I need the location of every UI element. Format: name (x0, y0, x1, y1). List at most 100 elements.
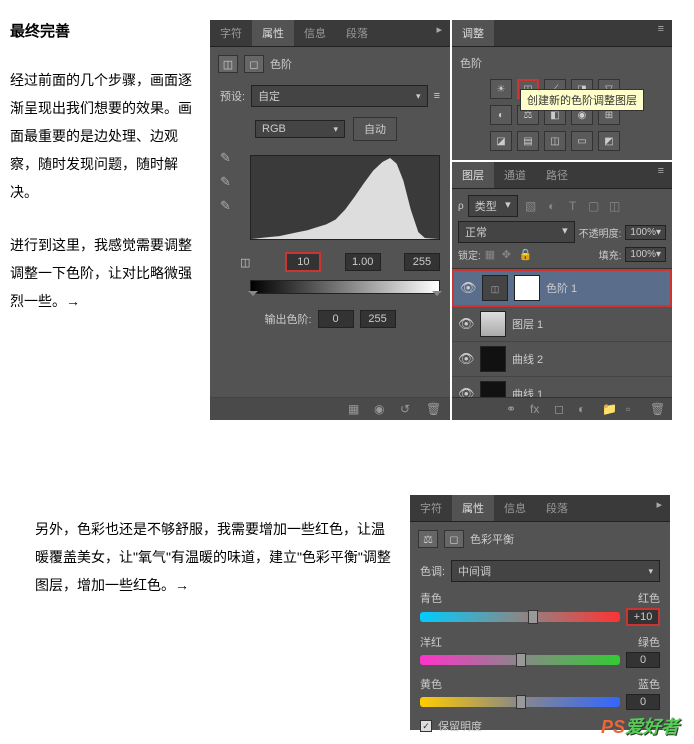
layer-name[interactable]: 色阶 1 (546, 280, 577, 296)
layer-name[interactable]: 图层 1 (512, 316, 543, 332)
layer-adjustment-thumb[interactable]: ◫ (482, 275, 508, 301)
mask-icon: ◻ (444, 530, 464, 548)
layers-panel: 图层 通道 路径 ≡ ρ 类型▾ ▧ ◐ T (452, 162, 672, 420)
preserve-luminosity-label: 保留明度 (438, 718, 482, 734)
new-layer-icon[interactable]: ▫ (626, 402, 642, 416)
output-black-input[interactable] (318, 310, 354, 328)
opacity-input[interactable]: 100%▾ (625, 225, 666, 240)
white-eyedropper-icon[interactable]: ✎ (220, 198, 238, 214)
hue-icon[interactable]: ◐ (490, 105, 512, 125)
selective-color-icon[interactable]: ◩ (598, 131, 620, 151)
watermark: PS爱好者 (601, 713, 679, 739)
magenta-green-input[interactable] (626, 652, 660, 668)
filter-pixel-icon[interactable]: ▧ (522, 198, 540, 214)
fill-label: 填充: (599, 247, 622, 262)
fx-icon[interactable]: fx (530, 402, 546, 416)
levels-title: 色阶 (270, 56, 292, 72)
lock-label: 锁定: (458, 247, 481, 262)
auto-button[interactable]: 自动 (353, 117, 397, 141)
layer-item[interactable]: 👁 图层 1 (452, 307, 672, 342)
tab-info[interactable]: 信息 (494, 495, 536, 521)
tab-info[interactable]: 信息 (294, 20, 336, 46)
tab-properties[interactable]: 属性 (252, 20, 294, 46)
watermark-ps: PS (601, 717, 625, 737)
layer-item[interactable]: 👁 曲线 2 (452, 342, 672, 377)
cyan-red-input[interactable] (626, 608, 660, 626)
gradient-map-icon[interactable]: ▭ (571, 131, 593, 151)
reset-icon[interactable]: ↺ (400, 402, 416, 416)
trash-icon[interactable]: 🗑 (426, 402, 442, 416)
layer-thumb[interactable] (480, 346, 506, 372)
panel-collapse-icon[interactable]: ▸ (428, 20, 450, 46)
histogram[interactable] (250, 155, 440, 240)
link-icon[interactable]: ⚭ (506, 402, 522, 416)
threshold-icon[interactable]: ◫ (544, 131, 566, 151)
gray-eyedropper-icon[interactable]: ✎ (220, 174, 238, 190)
tab-paragraph[interactable]: 段落 (536, 495, 578, 521)
output-white-input[interactable] (360, 310, 396, 328)
layer-item[interactable]: 👁 ◫ 色阶 1 (452, 269, 672, 307)
fill-input[interactable]: 100%▾ (625, 247, 666, 262)
preset-dropdown[interactable]: 自定 ▾ (251, 85, 428, 107)
preset-menu-icon[interactable]: ≡ (434, 90, 440, 102)
black-eyedropper-icon[interactable]: ✎ (220, 150, 238, 166)
white-point-input[interactable] (404, 253, 440, 271)
tab-character[interactable]: 字符 (210, 20, 252, 46)
tone-label: 色调: (420, 563, 445, 579)
article-title: 最终完善 (10, 20, 195, 41)
histogram-small-icon: ◫ (240, 256, 258, 269)
lock-position-icon[interactable]: ✥ (502, 248, 516, 262)
trash-icon[interactable]: 🗑 (650, 402, 666, 416)
yellow-blue-input[interactable] (626, 694, 660, 710)
layer-name[interactable]: 曲线 2 (512, 351, 543, 367)
article-paragraph-3: 另外，色彩也还是不够舒服，我需要增加一些红色，让温暖覆盖美女，让"氧气"有温暖的… (10, 495, 410, 599)
tab-properties[interactable]: 属性 (452, 495, 494, 521)
tab-channels[interactable]: 通道 (494, 162, 536, 188)
red-label: 红色 (638, 590, 660, 606)
cyan-red-slider[interactable] (420, 612, 620, 622)
invert-icon[interactable]: ◪ (490, 131, 512, 151)
blend-mode-dropdown[interactable]: 正常▾ (458, 221, 575, 243)
layer-mask-thumb[interactable] (514, 275, 540, 301)
posterize-icon[interactable]: ▤ (517, 131, 539, 151)
tab-layers[interactable]: 图层 (452, 162, 494, 188)
tab-paths[interactable]: 路径 (536, 162, 578, 188)
adjustment-layer-icon[interactable]: ◐ (578, 402, 594, 416)
magenta-green-slider[interactable] (420, 655, 620, 665)
preset-value: 自定 (258, 88, 280, 104)
black-point-input[interactable] (285, 252, 321, 272)
tab-adjustments[interactable]: 调整 (452, 20, 494, 46)
filter-smart-icon[interactable]: ◫ (606, 198, 624, 214)
filter-text-icon[interactable]: T (564, 198, 582, 214)
filter-type-dropdown[interactable]: 类型▾ (468, 195, 518, 217)
tone-dropdown[interactable]: 中间调 ▾ (451, 560, 660, 582)
tab-paragraph[interactable]: 段落 (336, 20, 378, 46)
mask-icon[interactable]: ◻ (554, 402, 570, 416)
color-balance-icon: ⚖ (418, 530, 438, 548)
filter-adjust-icon[interactable]: ◐ (543, 198, 561, 214)
midpoint-input[interactable] (345, 253, 381, 271)
panel-collapse-icon[interactable]: ▸ (648, 495, 670, 521)
channel-dropdown[interactable]: RGB ▾ (255, 120, 345, 138)
tab-character[interactable]: 字符 (410, 495, 452, 521)
panel-menu-icon[interactable]: ≡ (650, 162, 672, 188)
group-icon[interactable]: 📁 (602, 402, 618, 416)
magenta-label: 洋红 (420, 634, 442, 650)
yellow-blue-slider[interactable] (420, 697, 620, 707)
preserve-luminosity-checkbox[interactable]: ✓ (420, 720, 432, 732)
tooltip: 创建新的色阶调整图层 (520, 89, 644, 111)
brightness-icon[interactable]: ☀ (490, 79, 512, 99)
lock-all-icon[interactable]: 🔒 (519, 248, 533, 262)
layer-thumb[interactable] (480, 311, 506, 337)
clip-icon[interactable]: ▦ (348, 402, 364, 416)
panel-menu-icon[interactable]: ≡ (650, 20, 672, 46)
filter-shape-icon[interactable]: ▢ (585, 198, 603, 214)
output-gradient[interactable] (250, 280, 440, 294)
lock-pixels-icon[interactable]: ▦ (485, 248, 499, 262)
view-previous-icon[interactable]: ◉ (374, 402, 390, 416)
visibility-icon[interactable]: 👁 (458, 351, 474, 367)
visibility-icon[interactable]: 👁 (460, 280, 476, 296)
mask-icon: ◻ (244, 55, 264, 73)
visibility-icon[interactable]: 👁 (458, 316, 474, 332)
cyan-label: 青色 (420, 590, 442, 606)
